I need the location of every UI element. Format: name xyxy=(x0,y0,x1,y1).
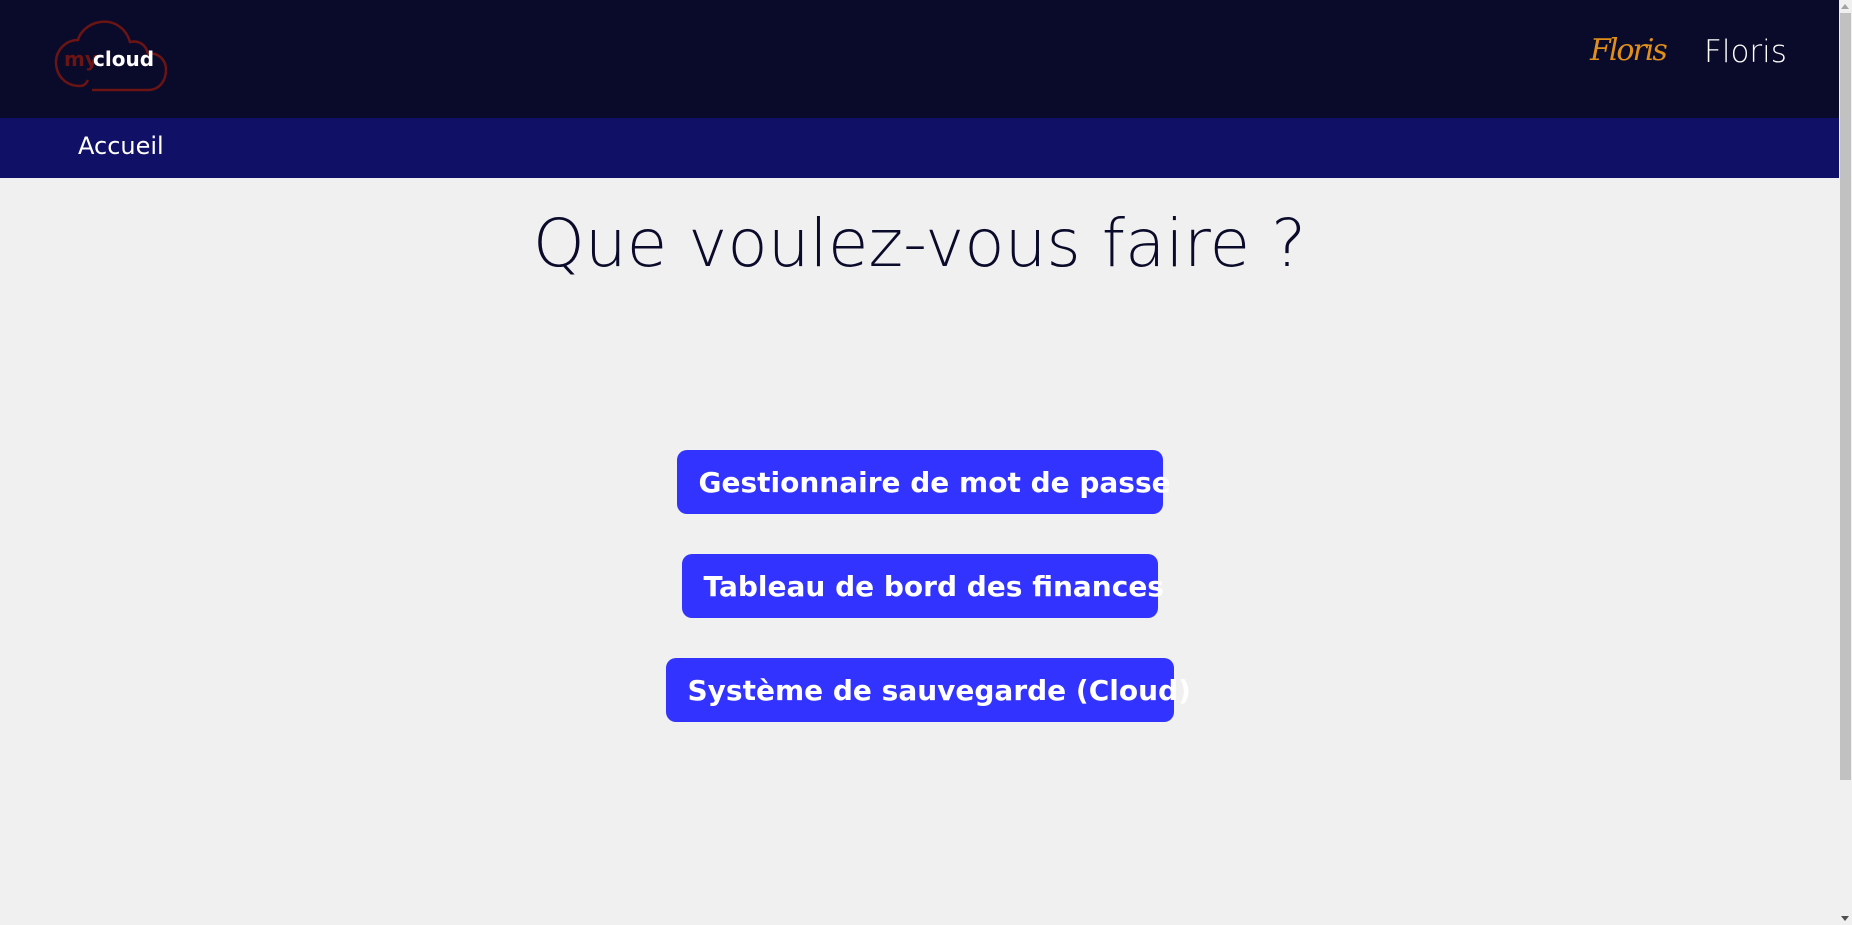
header: my cloud Floris Floris xyxy=(0,0,1839,118)
scrollbar-thumb[interactable] xyxy=(1840,13,1851,780)
nav-bar: Accueil xyxy=(0,118,1839,178)
nav-item-accueil[interactable]: Accueil xyxy=(78,132,164,160)
page: my cloud Floris Floris Accueil Que voule… xyxy=(0,0,1839,925)
logo-text-cloud: cloud xyxy=(93,47,154,71)
page-title: Que voulez-vous faire ? xyxy=(532,205,1307,282)
scroll-up-icon[interactable] xyxy=(1841,4,1849,9)
cloud-backup-button[interactable]: Système de sauvegarde (Cloud) xyxy=(665,658,1191,722)
password-manager-button[interactable]: Gestionnaire de mot de passe xyxy=(676,450,1171,514)
username[interactable]: Floris xyxy=(1704,34,1787,70)
scroll-down-icon[interactable] xyxy=(1841,916,1849,921)
finance-dashboard-button[interactable]: Tableau de bord des finances xyxy=(681,554,1164,618)
scrollbar[interactable] xyxy=(1839,0,1852,925)
mycloud-logo[interactable]: my cloud xyxy=(52,18,168,92)
signature-logo: Floris xyxy=(1590,33,1668,68)
